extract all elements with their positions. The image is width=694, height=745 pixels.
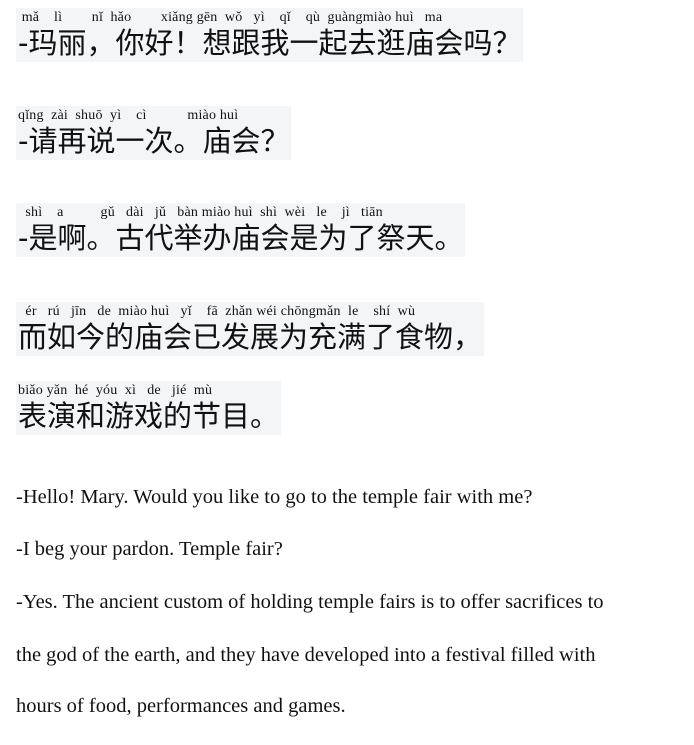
hanzi-text: -玛丽，你好！想跟我一起去逛庙会吗？ (18, 26, 522, 60)
highlight-band: mǎ lì nǐ hǎo xiǎng gēn wǒ yì qǐ qù guàng… (16, 8, 524, 62)
pinyin-text: shì a gǔ dài jǔ bàn miào huì shì wèi le … (18, 205, 383, 220)
pinyin-text: ér rú jīn de miào huì yǐ fā zhǎn wéi chō… (18, 304, 416, 319)
dialogue-line-1: mǎ lì nǐ hǎo xiǎng gēn wǒ yì qǐ qù guàng… (16, 8, 524, 62)
dialogue-line-3: shì a gǔ dài jǔ bàn miào huì shì wèi le … (16, 203, 466, 257)
highlight-band: biǎo yǎn hé yóu xì de jié mù 表演和游戏的节目。 (16, 381, 282, 435)
translation-line-2: -I beg your pardon. Temple fair? (16, 538, 283, 560)
hanzi-text: 而如今的庙会已发展为充满了食物， (18, 320, 483, 354)
translation-line-4: the god of the earth, and they have deve… (16, 644, 596, 666)
dialogue-line-2: qǐng zài shuō yì cì miào huì -请再说一次。庙会？ (16, 106, 292, 160)
hanzi-text: -是啊。古代举办庙会是为了祭天。 (18, 221, 464, 255)
pinyin-text: biǎo yǎn hé yóu xì de jié mù (18, 383, 213, 398)
translation-line-3: -Yes. The ancient custom of holding temp… (16, 591, 604, 613)
dialogue-line-4: ér rú jīn de miào huì yǐ fā zhǎn wéi chō… (16, 302, 485, 356)
pinyin-text: qǐng zài shuō yì cì miào huì (18, 108, 239, 123)
pinyin-text: mǎ lì nǐ hǎo xiǎng gēn wǒ yì qǐ qù guàng… (18, 10, 443, 25)
page: { "chinese_lines": [ { "pinyin": " mǎ lì… (0, 0, 694, 745)
highlight-band: qǐng zài shuō yì cì miào huì -请再说一次。庙会？ (16, 106, 292, 160)
highlight-band: ér rú jīn de miào huì yǐ fā zhǎn wéi chō… (16, 302, 485, 356)
highlight-band: shì a gǔ dài jǔ bàn miào huì shì wèi le … (16, 203, 466, 257)
translation-line-1: -Hello! Mary. Would you like to go to th… (16, 486, 533, 508)
hanzi-text: 表演和游戏的节目。 (18, 399, 280, 433)
translation-line-5: hours of food, performances and games. (16, 695, 346, 717)
dialogue-line-5: biǎo yǎn hé yóu xì de jié mù 表演和游戏的节目。 (16, 381, 282, 435)
hanzi-text: -请再说一次。庙会？ (18, 124, 290, 158)
